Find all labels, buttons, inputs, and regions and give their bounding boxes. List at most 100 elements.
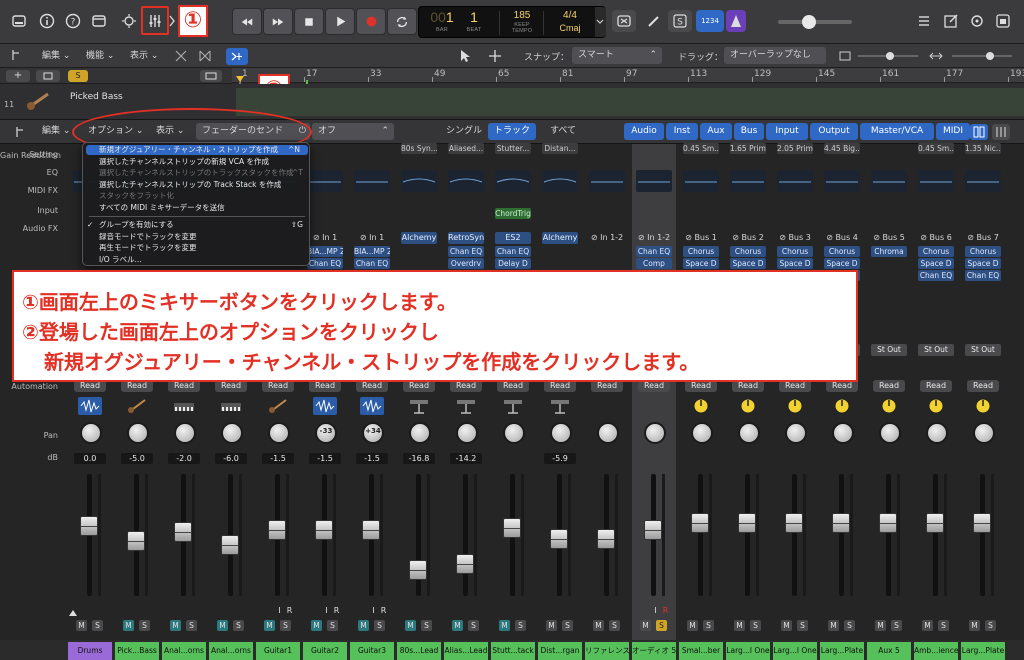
input-slot[interactable]: ⊘ Bus 7	[963, 232, 1003, 244]
solo-button[interactable]: S	[797, 620, 808, 631]
mute-button[interactable]: M	[546, 620, 557, 631]
metronome-icon[interactable]	[726, 10, 746, 32]
all-view-button[interactable]: すべて	[544, 123, 582, 140]
snap-select[interactable]: スマート ⌃	[572, 47, 662, 64]
solo-icon[interactable]: S	[668, 10, 692, 32]
volume-db-value[interactable]: -14.2	[450, 453, 482, 464]
help-icon[interactable]: ?	[62, 10, 84, 32]
pan-knob[interactable]	[174, 422, 196, 444]
play-button[interactable]	[325, 8, 355, 35]
mute-button[interactable]: M	[123, 620, 134, 631]
audio-fx-slot[interactable]: Space D	[824, 258, 860, 269]
timeline-ruler[interactable]: 1173349658197113129145161177193	[232, 68, 1024, 83]
solo-button[interactable]: S	[92, 620, 103, 631]
lcd-chevron-icon[interactable]	[595, 7, 606, 37]
menu-item[interactable]: 録音モードでトラックを変更	[83, 232, 311, 242]
volume-fader[interactable]	[550, 529, 568, 549]
channel-name[interactable]: Larg...l One	[773, 642, 817, 660]
send-off-select[interactable]: オフ ⌃	[312, 123, 394, 140]
inspector-icon[interactable]	[36, 10, 58, 32]
pan-knob[interactable]	[973, 422, 995, 444]
solo-button[interactable]: S	[891, 620, 902, 631]
automation-mode-button[interactable]: Read	[967, 380, 999, 392]
note-pad-icon[interactable]	[940, 10, 962, 32]
solo-button[interactable]: S	[421, 620, 432, 631]
zoom-controls[interactable]	[838, 50, 1018, 62]
input-slot[interactable]: ⊘ In 1	[305, 232, 345, 244]
mute-button[interactable]: M	[781, 620, 792, 631]
volume-fader[interactable]	[644, 520, 662, 541]
audio-fx-slot[interactable]: Chan EQ	[354, 258, 390, 269]
input-slot[interactable]: RetroSyn	[448, 232, 484, 244]
volume-fader[interactable]	[409, 559, 427, 580]
crosshair-tool-icon[interactable]	[486, 48, 504, 64]
audio-fx-slot[interactable]: Space D	[777, 258, 813, 269]
channel-name[interactable]: リファレンス	[585, 642, 629, 660]
solo-button[interactable]: S	[468, 620, 479, 631]
volume-fader[interactable]	[315, 520, 333, 541]
bass-region[interactable]	[236, 88, 1024, 116]
eq-thumbnail[interactable]	[777, 170, 813, 192]
channel-name[interactable]: Guitar3	[350, 642, 394, 660]
filter-bus-button[interactable]: Bus	[734, 123, 764, 140]
input-slot[interactable]: ⊘ Bus 6	[916, 232, 956, 244]
volume-fader[interactable]	[879, 512, 897, 533]
mute-button[interactable]: M	[593, 620, 604, 631]
input-slot[interactable]: ⊘ Bus 1	[681, 232, 721, 244]
channel-strip[interactable]: 80s Syn... Alchemy Read -16.8 M S 80s...Lead	[397, 143, 441, 660]
pan-knob[interactable]	[80, 422, 102, 444]
pan-knob[interactable]	[550, 422, 572, 444]
count-in-button[interactable]: 1234	[696, 10, 724, 32]
setting-slot[interactable]: 80s Syn...	[401, 143, 437, 154]
channel-name[interactable]: Dist...rgan	[538, 642, 582, 660]
arrange-edit-menu[interactable]: 編集 ⌄	[36, 48, 76, 65]
menu-item[interactable]: 選択したチャンネルストリップの Track Stack を作成	[83, 180, 311, 190]
mute-button[interactable]: M	[828, 620, 839, 631]
record-enable-button[interactable]: R	[331, 605, 342, 616]
eq-thumbnail[interactable]	[636, 170, 672, 192]
eq-thumbnail[interactable]	[965, 170, 1001, 192]
audio-fx-slot[interactable]: Chan EQ	[636, 246, 672, 257]
back-arrow-icon[interactable]	[10, 48, 22, 62]
mixer-back-icon[interactable]	[14, 125, 26, 139]
eq-thumbnail[interactable]	[448, 170, 484, 192]
volume-fader[interactable]	[174, 522, 192, 543]
pan-knob[interactable]	[268, 422, 290, 444]
channel-strip[interactable]: Aliased...RetroSynChan EQOverdrvAutoFltP…	[444, 143, 488, 660]
solo-button[interactable]: S	[186, 620, 197, 631]
audio-fx-slot[interactable]: Chorus	[918, 246, 954, 257]
filter-output-button[interactable]: Output	[810, 123, 858, 140]
volume-fader[interactable]	[691, 512, 709, 533]
eq-thumbnail[interactable]	[307, 170, 343, 192]
mute-button[interactable]: M	[640, 620, 651, 631]
mixer-edit-menu[interactable]: 編集 ⌄	[36, 123, 76, 140]
setting-slot[interactable]: 1.65 Prim...	[730, 143, 766, 154]
midi-fx-slot[interactable]: ChordTrig	[495, 208, 531, 219]
menu-item[interactable]: 再生モードでトラックを変更	[83, 243, 311, 253]
mute-button[interactable]: M	[452, 620, 463, 631]
pan-knob[interactable]	[597, 422, 619, 444]
channel-name[interactable]: Pick...Bass	[115, 642, 159, 660]
audio-fx-slot[interactable]: Chan EQ	[918, 270, 954, 281]
channel-strip[interactable]: Distan... Alchemy Read -5.9 M S Dist...rgan	[538, 143, 582, 660]
automation-mode-button[interactable]: Read	[873, 380, 905, 392]
pencil-icon[interactable]	[642, 10, 666, 32]
pan-knob[interactable]	[691, 422, 713, 444]
solo-button[interactable]: S	[609, 620, 620, 631]
setting-slot[interactable]: Distan...	[542, 143, 578, 154]
pan-knob[interactable]	[738, 422, 760, 444]
volume-fader[interactable]	[221, 534, 239, 555]
input-slot[interactable]: ⊘ Bus 5	[869, 232, 909, 244]
pan-knob[interactable]	[503, 422, 525, 444]
list-editors-icon[interactable]	[912, 10, 934, 32]
output-slot[interactable]: St Out	[871, 344, 907, 356]
arrange-tool-icons[interactable]	[172, 48, 218, 64]
channel-name[interactable]: Amb...ience	[914, 642, 958, 660]
channel-name[interactable]: Stutt...tack	[491, 642, 535, 660]
audio-fx-slot[interactable]: Chan EQ	[307, 258, 343, 269]
rewind-button[interactable]	[232, 8, 262, 35]
mute-button[interactable]: M	[922, 620, 933, 631]
add-track-icon[interactable]: +	[6, 70, 30, 82]
mute-button[interactable]: M	[76, 620, 87, 631]
mute-button[interactable]: M	[311, 620, 322, 631]
